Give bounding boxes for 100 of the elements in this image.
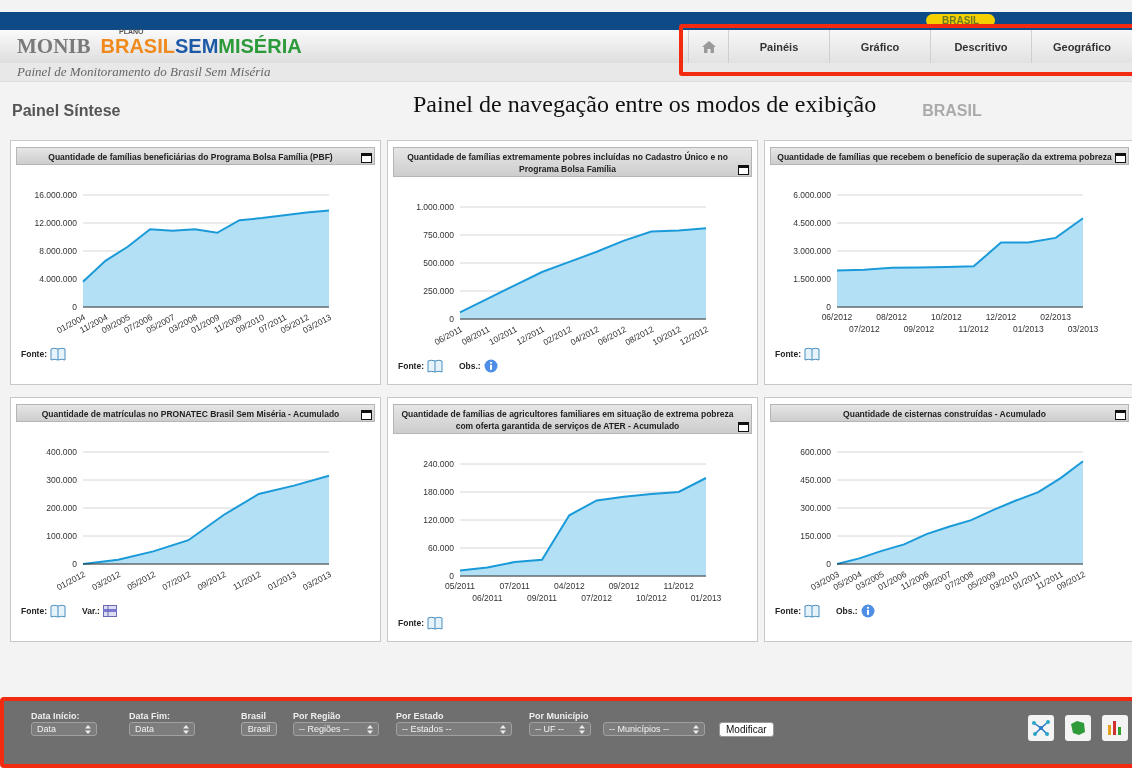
axis-label: 12/2012 — [985, 312, 1017, 322]
nav-tab[interactable]: Gráfico — [829, 30, 930, 63]
axis-label: 150.000 — [800, 531, 831, 541]
axis-label: 0 — [72, 559, 77, 569]
book-icon[interactable] — [49, 347, 66, 361]
footer-label: Fonte: — [398, 618, 424, 628]
axis-label: 500.000 — [423, 258, 454, 268]
axis-label: 60.000 — [428, 543, 454, 553]
maximize-icon[interactable] — [1115, 153, 1126, 163]
info-icon[interactable] — [483, 359, 498, 373]
axis-label: 600.000 — [800, 447, 831, 457]
axis-label: 09/2012 — [608, 581, 640, 591]
axis-label: 10/2012 — [635, 593, 667, 603]
axis-label: 16.000.000 — [34, 190, 77, 200]
updown-arrows-icon — [183, 724, 189, 734]
maximize-icon[interactable] — [738, 422, 749, 432]
filter-label: Data Início: — [31, 711, 81, 721]
footer-label: Var.: — [81, 606, 100, 616]
axis-label: 09/2011 — [526, 593, 558, 603]
axis-label: 01/2013 — [1012, 324, 1044, 334]
nav-tab[interactable]: Painéis — [728, 30, 829, 63]
footer-label: Fonte: — [775, 606, 801, 616]
axis-label: 750.000 — [423, 230, 454, 240]
logo-text: SEM — [174, 35, 219, 58]
home-button[interactable] — [688, 30, 728, 63]
updown-arrows-icon — [367, 724, 373, 734]
logo-text: BRASIL — [100, 35, 175, 58]
axis-label: 03/2013 — [1067, 324, 1099, 334]
axis-label: 0 — [826, 302, 831, 312]
site-subtitle: Painel de Monitoramento do Brasil Sem Miséria — [16, 64, 271, 80]
region-label: BRASIL — [922, 102, 982, 120]
axis-label: 100.000 — [46, 531, 77, 541]
table-icon[interactable] — [102, 605, 117, 617]
axis-label: 300.000 — [800, 503, 831, 513]
book-icon[interactable] — [803, 347, 820, 361]
updown-arrows-icon — [579, 724, 585, 734]
axis-label: 250.000 — [423, 286, 454, 296]
footer-label: Fonte: — [398, 361, 424, 371]
home-icon — [701, 40, 716, 53]
logo-text: MONIB — [17, 34, 91, 59]
footer-label: Fonte: — [21, 349, 47, 359]
axis-label: 09/2012 — [903, 324, 935, 334]
panel-title: Quantidade de famílias beneficiárias do Programa Bolsa Família (PBF) — [48, 152, 333, 162]
axis-label: 07/2011 — [499, 581, 530, 591]
panel-title: Quantidade de famílias extremamente pobres incluídas no Cadastro Único e no Programa Bolsa Família — [407, 152, 728, 174]
panel-title: Quantidade de matrículas no PRONATEC Brasil Sem Miséria - Acumulado — [41, 409, 340, 419]
book-icon[interactable] — [426, 359, 443, 373]
axis-label: 07/2012 — [581, 593, 613, 603]
axis-label: 0 — [449, 314, 454, 324]
bar-chart-icon[interactable] — [1102, 715, 1128, 741]
filter-label: Por Município — [529, 711, 590, 721]
nav-tab[interactable]: Geográfico — [1031, 30, 1132, 63]
axis-label: 0 — [72, 302, 77, 312]
axis-label: 1.500.000 — [793, 274, 831, 284]
logo-text: MISÉRIA — [218, 35, 302, 58]
axis-label: 11/2012 — [663, 581, 694, 591]
axis-label: 1.000.000 — [416, 202, 454, 212]
map-icon[interactable] — [1065, 715, 1091, 741]
page-title: Painel Síntese — [12, 102, 122, 120]
nav-tab[interactable]: Descritivo — [930, 30, 1031, 63]
axis-label: 11/2012 — [958, 324, 989, 334]
axis-label: 0 — [449, 571, 454, 581]
axis-label: 3.000.000 — [793, 246, 831, 256]
axis-label: 05/2011 — [444, 581, 476, 591]
maximize-icon[interactable] — [1115, 410, 1126, 420]
axis-label: 300.000 — [46, 475, 77, 485]
axis-label: 120.000 — [423, 515, 454, 525]
panel-title: Quantidade de famílias que recebem o benefício de superação da extrema pobreza — [777, 152, 1112, 162]
annotation-text: Painel de navegação entre os modos de exibição — [413, 90, 877, 118]
maximize-icon[interactable] — [738, 165, 749, 175]
axis-label: 4.500.000 — [793, 218, 831, 228]
book-icon[interactable] — [803, 604, 820, 618]
modify-button[interactable]: Modificar — [719, 722, 774, 737]
axis-label: 06/2012 — [821, 312, 853, 322]
axis-label: 8.000.000 — [39, 246, 77, 256]
panel-title: Quantidade de cisternas construídas - Acumulado — [843, 409, 1046, 419]
updown-arrows-icon — [500, 724, 506, 734]
axis-label: 180.000 — [423, 487, 454, 497]
book-icon[interactable] — [426, 616, 443, 630]
filter-label: Por Região — [293, 711, 342, 721]
maximize-icon[interactable] — [361, 153, 372, 163]
maximize-icon[interactable] — [361, 410, 372, 420]
axis-label: 240.000 — [423, 459, 454, 469]
axis-label: 200.000 — [46, 503, 77, 513]
info-icon[interactable] — [860, 604, 875, 618]
axis-label: 6.000.000 — [793, 190, 831, 200]
axis-label: 12.000.000 — [34, 218, 77, 228]
axis-label: 08/2012 — [876, 312, 908, 322]
footer-label: Obs.: — [458, 361, 481, 371]
footer-label: Obs.: — [835, 606, 858, 616]
network-icon[interactable] — [1028, 715, 1054, 741]
axis-label: 400.000 — [46, 447, 77, 457]
axis-label: 04/2012 — [553, 581, 585, 591]
axis-label: 07/2012 — [848, 324, 880, 334]
book-icon[interactable] — [49, 604, 66, 618]
axis-label: 4.000.000 — [39, 274, 77, 284]
axis-label: 02/2013 — [1040, 312, 1072, 322]
axis-label: 0 — [826, 559, 831, 569]
axis-label: 10/2012 — [930, 312, 962, 322]
axis-label: 01/2013 — [690, 593, 722, 603]
